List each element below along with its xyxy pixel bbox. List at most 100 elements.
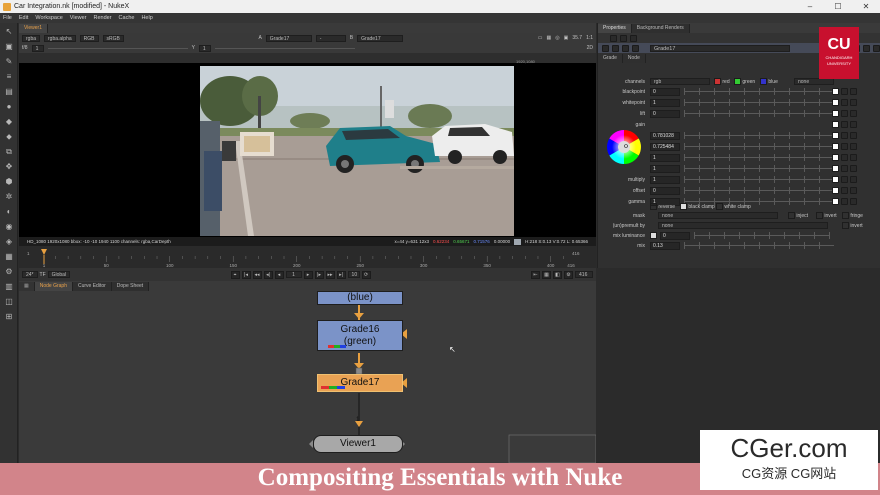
channel-tool-icon[interactable]: ▤ <box>3 87 15 97</box>
loop-icon[interactable]: ⟳ <box>361 270 371 279</box>
menu-file[interactable]: File <box>3 15 12 21</box>
props-clear-icon[interactable] <box>630 34 637 42</box>
image-tool-icon[interactable]: ▣ <box>3 42 15 52</box>
colorspace-dropdown[interactable]: RGB <box>79 34 99 42</box>
in-out-icon[interactable]: ⇤ <box>531 270 541 279</box>
plugin-tool-icon[interactable]: ⊞ <box>3 312 15 322</box>
end-frame-field[interactable]: 416 <box>575 271 594 278</box>
maximize-icon[interactable]: ☐ <box>824 0 852 13</box>
fringe-check[interactable]: fringe <box>842 212 863 219</box>
inject-check[interactable]: inject <box>788 212 808 219</box>
reverse-check[interactable]: reverse <box>650 203 675 210</box>
ocio-tool-icon[interactable]: ◫ <box>3 297 15 307</box>
mix-luminance-checkbox-icon[interactable] <box>650 232 657 239</box>
minimize-icon[interactable]: – <box>796 0 824 13</box>
grade16-node[interactable]: Grade16 (green) <box>317 320 403 351</box>
channel-set-dropdown[interactable]: rgba <box>22 34 41 42</box>
knob-animation-icon[interactable] <box>850 121 857 128</box>
knob-slider[interactable] <box>684 154 834 161</box>
last-frame-icon[interactable]: ▸| <box>336 270 346 279</box>
next-frame-icon[interactable]: |▸ <box>314 270 324 279</box>
gamma-field[interactable]: 1 <box>198 44 211 52</box>
knob-value-field[interactable]: 0 <box>650 88 680 96</box>
knob-animation-icon[interactable] <box>850 110 857 117</box>
tab-node[interactable]: Node <box>622 54 646 63</box>
alpha-dropdown[interactable]: none <box>794 78 834 85</box>
knob-value-field[interactable]: 1 <box>650 165 680 173</box>
knob-picker-icon[interactable] <box>841 99 848 106</box>
gamma-icon[interactable]: Y <box>192 45 195 51</box>
clip-icon[interactable]: ▦ <box>546 35 551 41</box>
knob-animation-icon[interactable] <box>850 99 857 106</box>
knob-picker-icon[interactable] <box>841 121 848 128</box>
play-forward-icon[interactable]: ▸ <box>303 270 313 279</box>
prev-key-icon[interactable]: ◂◂ <box>252 270 262 279</box>
knob-color-swatch-icon[interactable] <box>832 99 839 106</box>
fringe-checkbox-icon[interactable] <box>842 212 849 219</box>
draw-tool-icon[interactable]: ✎ <box>3 57 15 67</box>
frame-field[interactable]: 1 <box>31 44 44 52</box>
knob-color-swatch-icon[interactable] <box>832 88 839 95</box>
menu-edit[interactable]: Edit <box>19 15 28 21</box>
knob-value-field[interactable]: 0 <box>650 110 680 118</box>
knob-value-field[interactable]: 1 <box>650 99 680 107</box>
knob-picker-icon[interactable] <box>841 176 848 183</box>
blue-check[interactable]: blue <box>760 78 778 85</box>
knob-picker-icon[interactable] <box>841 110 848 117</box>
overlay-icon[interactable]: ◎ <box>555 35 559 41</box>
proxy-readout[interactable]: 1:1 <box>586 35 593 41</box>
knob-animation-icon[interactable] <box>850 165 857 172</box>
audio-icon[interactable]: ◧ <box>553 270 563 279</box>
knob-picker-icon[interactable] <box>841 132 848 139</box>
tab-background-renders[interactable]: Background Renders <box>631 24 690 33</box>
knob-color-swatch-icon[interactable] <box>832 132 839 139</box>
menu-cache[interactable]: Cache <box>119 15 135 21</box>
red-check[interactable]: red <box>714 78 730 85</box>
lut-dropdown[interactable]: sRGB <box>102 34 124 42</box>
tab-properties[interactable]: Properties <box>598 24 632 33</box>
invert-check[interactable]: invert <box>816 212 837 219</box>
knob-slider[interactable] <box>684 132 834 139</box>
knob-value-field[interactable]: 1 <box>650 176 680 184</box>
prev-frame-icon[interactable]: ◂| <box>263 270 273 279</box>
tab-node-graph[interactable]: Node Graph <box>34 282 73 291</box>
close-icon[interactable]: ✕ <box>852 0 880 13</box>
fps-field[interactable]: 24* <box>22 271 38 278</box>
red-checkbox-icon[interactable] <box>714 78 721 85</box>
grade17-node[interactable]: Grade17 <box>317 374 403 392</box>
lock-icon[interactable]: ▣ <box>564 35 569 41</box>
pointer-tool-icon[interactable]: ↖ <box>3 27 15 37</box>
deep-tool-icon[interactable]: ◐ <box>3 207 15 217</box>
input-b-dropdown[interactable]: Grade17 <box>357 34 404 42</box>
3d-tool-icon[interactable]: ⬢ <box>3 177 15 187</box>
black-clamp-checkbox-icon[interactable] <box>680 203 687 210</box>
toolsets-tool-icon[interactable]: ▦ <box>3 252 15 262</box>
channel-dropdown[interactable]: rgba.alpha <box>44 34 76 42</box>
knob-color-swatch-icon[interactable] <box>832 176 839 183</box>
knob-slider[interactable] <box>684 99 834 106</box>
knob-value-field[interactable]: 0.781028 <box>650 132 680 140</box>
knob-picker-icon[interactable] <box>841 165 848 172</box>
reverse-checkbox-icon[interactable] <box>650 203 657 210</box>
channels-dropdown[interactable]: rgb <box>650 78 710 85</box>
gamma-slider[interactable] <box>214 47 355 49</box>
knob-picker-icon[interactable] <box>841 88 848 95</box>
color-tool-icon[interactable]: ● <box>3 102 15 112</box>
knob-slider[interactable] <box>684 110 834 117</box>
green-checkbox-icon[interactable] <box>734 78 741 85</box>
menu-workspace[interactable]: Workspace <box>35 15 62 21</box>
props-lock-icon[interactable] <box>610 34 617 42</box>
scope-dropdown[interactable]: Global <box>47 271 71 278</box>
current-frame-field[interactable]: 1 <box>285 271 302 278</box>
grade15-node[interactable]: (blue) <box>317 291 403 305</box>
input-a-dropdown[interactable]: Grade17 <box>265 34 312 42</box>
first-frame-icon[interactable]: |◂ <box>241 270 251 279</box>
next-key-icon[interactable]: ▸▸ <box>325 270 335 279</box>
knob-slider[interactable] <box>684 165 834 172</box>
knob-color-swatch-icon[interactable] <box>832 187 839 194</box>
knob-value-field[interactable]: 0.725484 <box>650 143 680 151</box>
filter-tool-icon[interactable]: ◆ <box>3 117 15 127</box>
flipbook-icon[interactable]: ⌖ <box>230 270 240 279</box>
knob-animation-icon[interactable] <box>850 132 857 139</box>
unpremult-dropdown[interactable]: none <box>658 222 828 229</box>
